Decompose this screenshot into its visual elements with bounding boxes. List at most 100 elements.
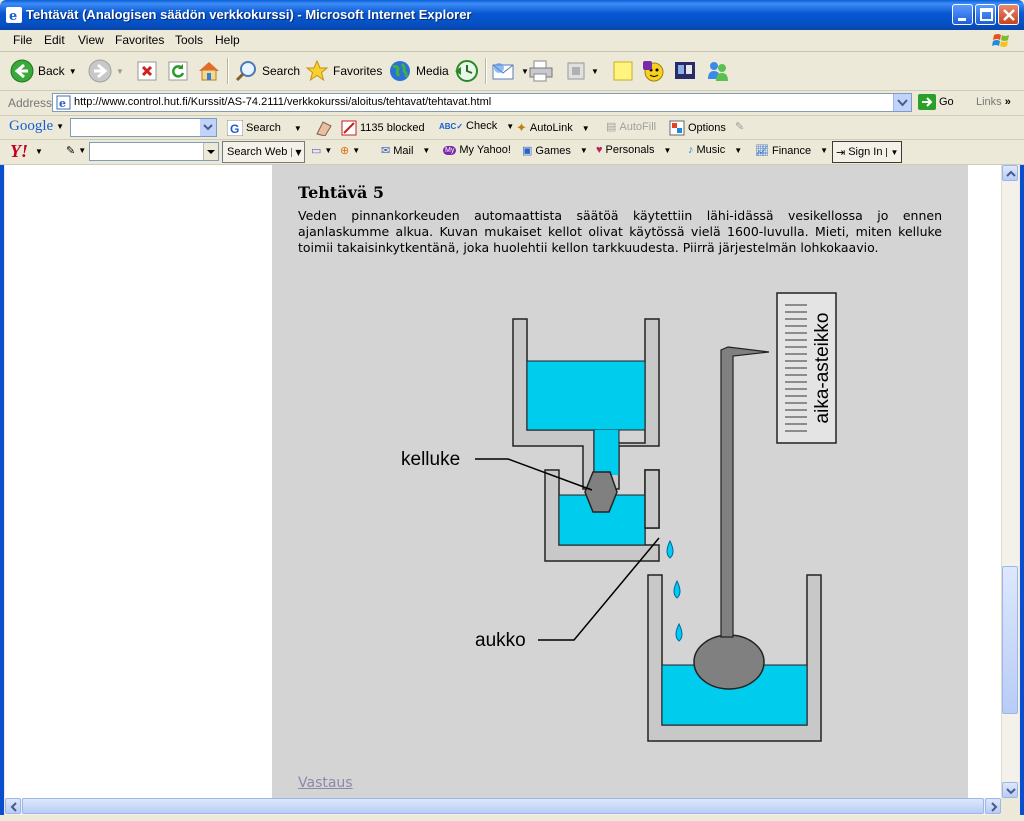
google-search-dropdown-icon[interactable]: ▼: [294, 124, 302, 133]
print-icon: [529, 60, 553, 82]
refresh-button[interactable]: [167, 52, 189, 90]
yahoo-search-input[interactable]: [89, 142, 219, 161]
float-label: kelluke: [401, 449, 460, 470]
popup-blocker-button[interactable]: 1135 blocked: [341, 120, 425, 136]
yahoo-music-button[interactable]: ♪ Music ▼: [688, 144, 742, 156]
google-toolbar: Google ▼ G Search ▼ 1135 blocked ABC✓ Ch…: [0, 116, 1024, 140]
scroll-up-button[interactable]: [1002, 165, 1018, 181]
autolink-label: AutoLink: [529, 122, 573, 134]
maximize-icon: [980, 8, 993, 21]
scroll-left-button[interactable]: [5, 798, 21, 814]
minimize-button[interactable]: [952, 4, 973, 25]
edit-button[interactable]: ▼: [565, 52, 599, 90]
refresh-icon: [168, 61, 188, 81]
back-label: Back: [38, 64, 65, 78]
scale-float: [693, 634, 765, 690]
yahoo-mail-button[interactable]: ✉ Mail ▼: [381, 144, 430, 158]
address-dropdown-button[interactable]: [893, 94, 911, 111]
go-arrow-icon: [918, 94, 936, 110]
menu-help[interactable]: Help: [215, 33, 240, 47]
answer-link[interactable]: Vastaus: [298, 775, 353, 791]
menu-view[interactable]: View: [78, 33, 104, 47]
menu-file[interactable]: File: [13, 33, 32, 47]
vertical-scroll-thumb[interactable]: [1002, 566, 1018, 714]
print-button[interactable]: [528, 52, 554, 90]
games-icon: ▣: [522, 145, 533, 157]
vertical-scrollbar[interactable]: [1001, 165, 1019, 798]
yahoo-highlight-button[interactable]: ▭ ▼: [311, 144, 332, 157]
yahoo-toolbar: Y! ▼ ✎ ▼ Search Web ▼ ▭ ▼ ⊕ ▼ ✉ Mail ▼ My M…: [0, 140, 1024, 165]
personals-label: Personals: [605, 144, 655, 156]
favorites-button[interactable]: Favorites: [305, 52, 382, 90]
yahoo-antispy-button[interactable]: ⊕ ▼: [340, 144, 360, 157]
mail-envelope-icon: ✉: [381, 145, 391, 157]
google-search-dropdown[interactable]: [200, 119, 216, 136]
search-button[interactable]: Search: [234, 52, 300, 90]
home-button[interactable]: [197, 52, 221, 90]
mail-button[interactable]: ▼: [491, 52, 529, 90]
window-title: Tehtävät (Analogisen säädön verkkokurssi…: [26, 7, 472, 22]
yahoo-search-dropdown[interactable]: [203, 143, 218, 160]
yahoo-games-button[interactable]: ▣ Games ▼: [522, 144, 588, 158]
google-options-button[interactable]: Options: [669, 120, 726, 136]
history-button[interactable]: [453, 52, 479, 90]
scroll-down-button[interactable]: [1002, 782, 1018, 798]
highlight-icon: ▭: [311, 145, 322, 157]
scroll-right-button[interactable]: [985, 798, 1001, 814]
toolbar-separator: [485, 58, 486, 84]
messenger-button[interactable]: [641, 52, 667, 90]
maximize-button[interactable]: [975, 4, 996, 25]
media-button[interactable]: Media: [388, 52, 449, 90]
discuss-button[interactable]: [611, 52, 635, 90]
check-dropdown-icon[interactable]: ▼: [506, 122, 514, 131]
address-label: Address: [8, 96, 53, 110]
mail-label: Mail: [393, 144, 414, 157]
yahoo-personals-button[interactable]: ♥ Personals ▼: [596, 144, 671, 156]
autolink-dropdown-icon[interactable]: ▼: [582, 124, 590, 133]
sign-in-dropdown-icon[interactable]: ▼: [886, 147, 901, 157]
pagerank-icon[interactable]: [315, 120, 333, 136]
autolink-button[interactable]: ✦ AutoLink ▼: [516, 120, 590, 136]
search-web-dropdown-icon[interactable]: ▼: [291, 147, 304, 157]
edit-dropdown-icon[interactable]: ▼: [591, 67, 599, 76]
address-input[interactable]: e http://www.control.hut.fi/Kurssit/AS-7…: [52, 93, 912, 112]
horizontal-scroll-thumb[interactable]: [22, 798, 984, 814]
search-icon: [235, 61, 256, 82]
autofill-button[interactable]: ▤ AutoFill: [606, 120, 656, 134]
close-button[interactable]: [998, 4, 1019, 25]
sign-in-button[interactable]: ⇥ Sign In ▼: [832, 141, 903, 163]
my-yahoo-button[interactable]: My My Yahoo!: [443, 144, 511, 156]
back-dropdown-icon[interactable]: ▼: [69, 67, 77, 76]
yahoo-logo-button[interactable]: Y! ▼: [10, 141, 43, 162]
stop-icon: [137, 61, 157, 81]
go-button[interactable]: Go: [918, 94, 954, 110]
research-icon: [675, 62, 695, 79]
links-button[interactable]: Links »: [976, 96, 1011, 108]
google-search-button[interactable]: G Search ▼: [227, 120, 302, 136]
highlighter-icon[interactable]: ✎: [735, 120, 744, 133]
google-search-input[interactable]: [70, 118, 217, 137]
horizontal-scrollbar[interactable]: [5, 798, 1001, 815]
yahoo-finance-button[interactable]: 📈︎ Finance ▼: [755, 144, 828, 158]
finance-label: Finance: [771, 144, 812, 157]
menu-edit[interactable]: Edit: [44, 33, 65, 47]
yahoo-pencil-button[interactable]: ✎ ▼: [66, 144, 86, 157]
menu-favorites[interactable]: Favorites: [115, 33, 164, 47]
float-leader-line: [475, 458, 593, 491]
menu-tools[interactable]: Tools: [175, 33, 203, 47]
menu-bar: File Edit View Favorites Tools Help: [0, 30, 1024, 52]
research-button[interactable]: [673, 52, 697, 90]
forward-dropdown-icon[interactable]: ▼: [116, 67, 124, 76]
msn-messenger-button[interactable]: [705, 52, 731, 90]
back-button[interactable]: Back ▼: [10, 52, 77, 90]
stop-button[interactable]: [136, 52, 158, 90]
sign-in-label: Sign In: [848, 146, 883, 158]
forward-button[interactable]: ▼: [88, 52, 124, 90]
autofill-icon: ▤: [606, 121, 617, 133]
time-scale: aika-asteikko: [776, 292, 837, 444]
address-bar: Address e http://www.control.hut.fi/Kurs…: [0, 91, 1024, 116]
spell-check-button[interactable]: ABC✓ Check ▼: [439, 120, 514, 132]
google-logo-button[interactable]: Google ▼: [9, 118, 64, 135]
search-web-button[interactable]: Search Web ▼: [222, 141, 306, 163]
go-label: Go: [939, 96, 954, 108]
